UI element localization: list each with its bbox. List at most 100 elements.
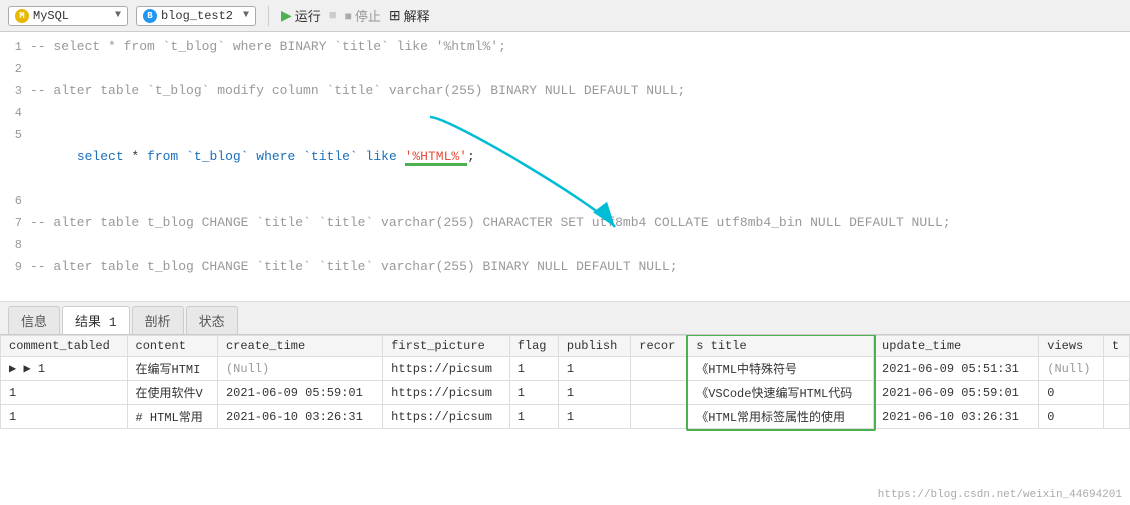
cell-comment: 1	[1, 381, 128, 405]
cell-comment: 1	[1, 405, 128, 429]
col-first-picture: first_picture	[383, 336, 510, 357]
explain-button[interactable]: ⊞ 解释	[389, 6, 430, 25]
col-create-time: create_time	[217, 336, 382, 357]
line-num-6: 6	[0, 190, 30, 212]
cell-title: 《HTML中特殊符号	[688, 357, 874, 381]
col-content: content	[127, 336, 217, 357]
col-flag: flag	[509, 336, 558, 357]
col-t: t	[1103, 336, 1129, 357]
play-icon: ▶	[281, 7, 292, 24]
btn-sep1: ■	[329, 8, 337, 23]
col-publish: publish	[558, 336, 630, 357]
cell-content: 在使用软件V	[127, 381, 217, 405]
col-update-time: update_time	[874, 336, 1039, 357]
line-num-9: 9	[0, 256, 30, 278]
db-selector[interactable]: M MySQL ▼	[8, 6, 128, 26]
cell-publish: 1	[558, 381, 630, 405]
cell-recor	[631, 381, 688, 405]
code-line-6: 6	[0, 190, 1130, 212]
cell-update-time: 2021-06-09 05:59:01	[874, 381, 1039, 405]
mysql-icon: M	[15, 9, 29, 23]
cell-update-time: 2021-06-09 05:51:31	[874, 357, 1039, 381]
line-content-3: -- alter table `t_blog` modify column `t…	[30, 80, 1130, 102]
cell-title: 《VSCode快速编写HTML代码	[688, 381, 874, 405]
code-line-3: 3 -- alter table `t_blog` modify column …	[0, 80, 1130, 102]
stop-icon: ■	[345, 9, 352, 23]
code-line-2: 2	[0, 58, 1130, 80]
results-area[interactable]: comment_tabled content create_time first…	[0, 335, 1130, 505]
line-content-6	[30, 190, 1130, 212]
cell-publish: 1	[558, 405, 630, 429]
toolbar: M MySQL ▼ B blog_test2 ▼ ▶ 运行 ■ ■ 停止 ⊞ 解…	[0, 0, 1130, 32]
code-line-8: 8	[0, 234, 1130, 256]
line-content-4	[30, 102, 1130, 124]
tabs-bar: 信息 结果 1 剖析 状态	[0, 302, 1130, 335]
cell-t	[1103, 405, 1129, 429]
table-row: ▶ 1 在编写HTMI (Null) https://picsum 1 1 《H…	[1, 357, 1130, 381]
line-num-7: 7	[0, 212, 30, 234]
cell-recor	[631, 405, 688, 429]
cell-t	[1103, 357, 1129, 381]
cell-update-time: 2021-06-10 03:26:31	[874, 405, 1039, 429]
code-line-9: 9 -- alter table t_blog CHANGE `title` `…	[0, 256, 1130, 278]
cell-create-time: (Null)	[217, 357, 382, 381]
code-line-4: 4	[0, 102, 1130, 124]
code-line-5: 5 select * from `t_blog` where `title` l…	[0, 124, 1130, 190]
col-comment-tabled: comment_tabled	[1, 336, 128, 357]
tab-status[interactable]: 状态	[186, 306, 238, 334]
stop-button[interactable]: ■ 停止	[345, 6, 381, 25]
cell-views: 0	[1039, 405, 1104, 429]
cell-flag: 1	[509, 381, 558, 405]
cell-comment: ▶ 1	[1, 357, 128, 381]
cell-t	[1103, 381, 1129, 405]
cell-content: # HTML常用	[127, 405, 217, 429]
explain-icon: ⊞	[389, 7, 401, 24]
cell-flag: 1	[509, 357, 558, 381]
tab-profiling[interactable]: 剖析	[132, 306, 184, 334]
table-row: 1 # HTML常用 2021-06-10 03:26:31 https://p…	[1, 405, 1130, 429]
line-content-9: -- alter table t_blog CHANGE `title` `ti…	[30, 256, 1130, 278]
table-body: ▶ 1 在编写HTMI (Null) https://picsum 1 1 《H…	[1, 357, 1130, 429]
cell-first-picture: https://picsum	[383, 357, 510, 381]
explain-label: 解释	[404, 6, 430, 25]
col-title: s title	[688, 336, 874, 357]
line-num-1: 1	[0, 36, 30, 58]
col-recor: recor	[631, 336, 688, 357]
tab-results[interactable]: 结果 1	[62, 306, 130, 334]
line-content-5: select * from `t_blog` where `title` lik…	[30, 124, 1130, 190]
run-label: 运行	[295, 6, 321, 25]
db-label: MySQL	[33, 9, 111, 23]
toolbar-separator	[268, 6, 269, 26]
run-button[interactable]: ▶ 运行	[281, 6, 321, 25]
line-num-4: 4	[0, 102, 30, 124]
line-num-8: 8	[0, 234, 30, 256]
cell-first-picture: https://picsum	[383, 381, 510, 405]
line-num-3: 3	[0, 80, 30, 102]
cell-flag: 1	[509, 405, 558, 429]
line-content-1: -- select * from `t_blog` where BINARY `…	[30, 36, 1130, 58]
cell-recor	[631, 357, 688, 381]
col-views: views	[1039, 336, 1104, 357]
code-line-7: 7 -- alter table t_blog CHANGE `title` `…	[0, 212, 1130, 234]
cell-create-time: 2021-06-09 05:59:01	[217, 381, 382, 405]
code-editor[interactable]: 1 -- select * from `t_blog` where BINARY…	[0, 32, 1130, 302]
table-row: 1 在使用软件V 2021-06-09 05:59:01 https://pic…	[1, 381, 1130, 405]
schema-dropdown-arrow: ▼	[243, 10, 249, 21]
bottom-section: 信息 结果 1 剖析 状态 comment_tabled content cre…	[0, 302, 1130, 505]
schema-label: blog_test2	[161, 9, 239, 23]
cell-create-time: 2021-06-10 03:26:31	[217, 405, 382, 429]
stop-label: 停止	[355, 6, 381, 25]
db-dropdown-arrow: ▼	[115, 10, 121, 21]
cell-publish: 1	[558, 357, 630, 381]
line-content-2	[30, 58, 1130, 80]
code-line-1: 1 -- select * from `t_blog` where BINARY…	[0, 36, 1130, 58]
schema-selector[interactable]: B blog_test2 ▼	[136, 6, 256, 26]
line-content-8	[30, 234, 1130, 256]
tab-info[interactable]: 信息	[8, 306, 60, 334]
schema-icon: B	[143, 9, 157, 23]
cell-views: (Null)	[1039, 357, 1104, 381]
table-header-row: comment_tabled content create_time first…	[1, 336, 1130, 357]
cell-first-picture: https://picsum	[383, 405, 510, 429]
cell-title: 《HTML常用标签属性的使用	[688, 405, 874, 429]
cell-views: 0	[1039, 381, 1104, 405]
